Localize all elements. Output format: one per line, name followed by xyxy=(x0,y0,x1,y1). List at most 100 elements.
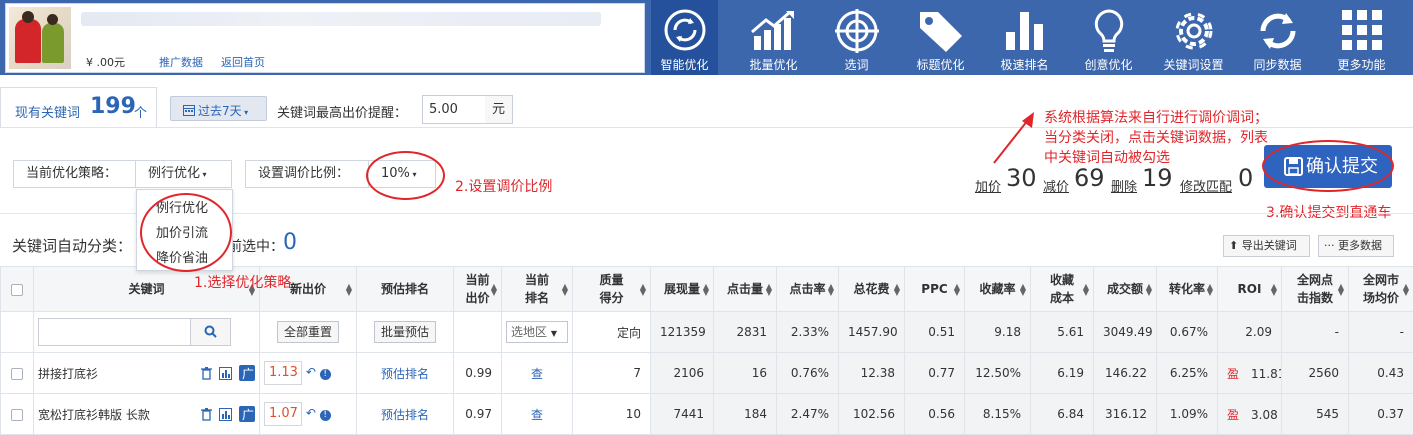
refresh-circle-icon xyxy=(663,8,707,52)
export-keywords-button[interactable]: ⬆ 导出关键词 xyxy=(1223,235,1310,257)
nav-keyword-settings[interactable]: 关键词设置 xyxy=(1160,0,1227,75)
select-all-checkbox[interactable] xyxy=(1,267,34,312)
broad-match-icon[interactable]: 广 xyxy=(239,365,255,384)
table-row[interactable]: 宽松打底衫韩版 长款 广 1.07 ↶ ! 预估排名 0.97 查 10 744… xyxy=(1,394,1413,435)
col-quality[interactable]: 质量得分▲▼ xyxy=(573,267,651,312)
click-index: 545 xyxy=(1282,394,1349,435)
col-impressions[interactable]: 展现量▲▼ xyxy=(651,267,714,312)
table-row[interactable]: 拼接打底衫 广 1.13 ↶ ! 预估排名 0.99 查 7 2106 16 0… xyxy=(1,353,1413,394)
lightbulb-icon xyxy=(1091,8,1127,56)
undo-icon[interactable]: ↶ xyxy=(306,365,316,379)
col-current-bid[interactable]: 当前出价▲▼ xyxy=(454,267,502,312)
total-click-index: - xyxy=(1282,312,1349,353)
cvr: 6.25% xyxy=(1157,353,1218,394)
nav-title-optimize[interactable]: 标题优化 xyxy=(907,0,974,75)
total-impressions: 121359 xyxy=(651,312,714,353)
chart-icon[interactable] xyxy=(219,367,232,383)
chevron-down-icon: ▾ xyxy=(242,108,249,117)
nav-creative-optimize[interactable]: 创意优化 xyxy=(1075,0,1142,75)
nav-select-words[interactable]: 选词 xyxy=(823,0,890,75)
selected-count: 0 xyxy=(283,230,297,255)
search-button[interactable] xyxy=(191,318,231,346)
col-clicks[interactable]: 点击量▲▼ xyxy=(714,267,777,312)
col-click-index[interactable]: 全网点击指数▲▼ xyxy=(1282,267,1349,312)
bar-chart-icon xyxy=(1000,8,1050,52)
nav-label: 更多功能 xyxy=(1320,56,1403,73)
svg-text:广: 广 xyxy=(242,367,254,381)
nav-label: 选词 xyxy=(815,56,898,73)
annotation-note-line2: 当分类关闭，点击关键词数据，列表 xyxy=(1044,127,1268,147)
nav-batch-optimize[interactable]: 批量优化 xyxy=(740,0,807,75)
product-summary: ¥ .00元 推广数据 返回首页 xyxy=(5,3,645,73)
reset-all-button[interactable]: 全部重置 xyxy=(277,321,339,343)
highlight-strategy-options xyxy=(140,193,232,272)
nav-sync-data[interactable]: 同步数据 xyxy=(1244,0,1311,75)
total-ppc: 0.51 xyxy=(905,312,965,353)
cvr: 1.09% xyxy=(1157,394,1218,435)
annotation-arrow xyxy=(990,110,1042,166)
modify-match-link[interactable]: 修改匹配 xyxy=(1180,176,1232,195)
col-gmv[interactable]: 成交额▲▼ xyxy=(1094,267,1157,312)
total-fav-cost: 5.61 xyxy=(1031,312,1094,353)
gmv: 316.12 xyxy=(1094,394,1157,435)
top-header: ¥ .00元 推广数据 返回首页 智能优化 批量优化 选词 标题优化 极速排名 … xyxy=(0,0,1413,75)
col-ppc[interactable]: PPC▲▼ xyxy=(905,267,965,312)
row-checkbox[interactable] xyxy=(11,409,23,421)
nav-more-features[interactable]: 更多功能 xyxy=(1328,0,1395,75)
caret-down-icon: ▼ xyxy=(551,329,557,338)
col-current-rank[interactable]: 当前排名▲▼ xyxy=(502,267,573,312)
info-icon[interactable]: ! xyxy=(320,369,331,380)
keyword-text[interactable]: 拼接打底衫 xyxy=(38,367,98,381)
delete-link[interactable]: 删除 xyxy=(1111,176,1137,195)
impressions: 2106 xyxy=(651,353,714,394)
trash-icon[interactable] xyxy=(201,367,212,383)
raise-price-link[interactable]: 加价 xyxy=(975,176,1001,195)
col-cvr[interactable]: 转化率▲▼ xyxy=(1157,267,1218,312)
col-roi[interactable]: ROI▲▼ xyxy=(1218,267,1282,312)
max-bid-input[interactable] xyxy=(422,95,486,124)
estimate-rank-link[interactable]: 预估排名 xyxy=(381,408,429,422)
broad-match-icon[interactable]: 广 xyxy=(239,406,255,425)
nav-label: 批量优化 xyxy=(732,56,815,73)
search-icon xyxy=(204,325,217,338)
col-market-price[interactable]: 全网市场均价▲▼ xyxy=(1349,267,1413,312)
click-index: 2560 xyxy=(1282,353,1349,394)
back-home-link[interactable]: 返回首页 xyxy=(221,54,265,70)
lower-price-link[interactable]: 减价 xyxy=(1043,176,1069,195)
filter-quality: 定向 xyxy=(573,312,651,353)
trash-icon[interactable] xyxy=(201,408,212,424)
check-rank-link[interactable]: 查 xyxy=(531,408,543,422)
total-gmv: 3049.49 xyxy=(1094,312,1157,353)
max-bid-label: 关键词最高出价提醒： xyxy=(277,102,407,121)
tab-current-keywords[interactable]: 现有关键词 199 个 xyxy=(0,87,157,127)
product-thumbnail[interactable] xyxy=(9,7,71,69)
keyword-text[interactable]: 宽松打底衫韩版 长款 xyxy=(38,408,150,422)
more-data-button[interactable]: ··· 更多数据 xyxy=(1318,235,1394,257)
annotation-step2: 2.设置调价比例 xyxy=(455,176,552,196)
region-select[interactable]: 选地区 ▼ xyxy=(506,321,568,343)
keyword-filter-input[interactable] xyxy=(38,318,191,346)
col-fav-rate[interactable]: 收藏率▲▼ xyxy=(965,267,1031,312)
estimate-rank-link[interactable]: 预估排名 xyxy=(381,367,429,381)
check-rank-link[interactable]: 查 xyxy=(531,367,543,381)
new-bid-input[interactable]: 1.13 xyxy=(264,361,302,385)
row-checkbox[interactable] xyxy=(11,368,23,380)
impressions: 7441 xyxy=(651,394,714,435)
nav-fast-ranking[interactable]: 极速排名 xyxy=(991,0,1058,75)
strategy-dropdown[interactable]: 例行优化 ▾ xyxy=(135,160,232,188)
nav-label: 关键词设置 xyxy=(1152,56,1235,73)
col-cost[interactable]: 总花费▲▼ xyxy=(839,267,905,312)
chevron-down-icon: ▾ xyxy=(200,170,207,179)
col-ctr[interactable]: 点击率▲▼ xyxy=(777,267,839,312)
promo-data-link[interactable]: 推广数据 xyxy=(159,54,203,70)
nav-smart-optimize[interactable]: 智能优化 xyxy=(651,0,718,75)
more-data-label: 更多数据 xyxy=(1338,239,1382,252)
date-range-dropdown[interactable]: 过去7天 ▾ xyxy=(170,96,267,121)
chart-icon[interactable] xyxy=(219,408,232,424)
new-bid-input[interactable]: 1.07 xyxy=(264,402,302,426)
info-icon[interactable]: ! xyxy=(320,410,331,421)
undo-icon[interactable]: ↶ xyxy=(306,406,316,420)
col-fav-cost[interactable]: 收藏成本▲▼ xyxy=(1031,267,1094,312)
strategy-selected: 例行优化 xyxy=(148,166,200,181)
batch-estimate-button[interactable]: 批量预估 xyxy=(374,321,436,343)
